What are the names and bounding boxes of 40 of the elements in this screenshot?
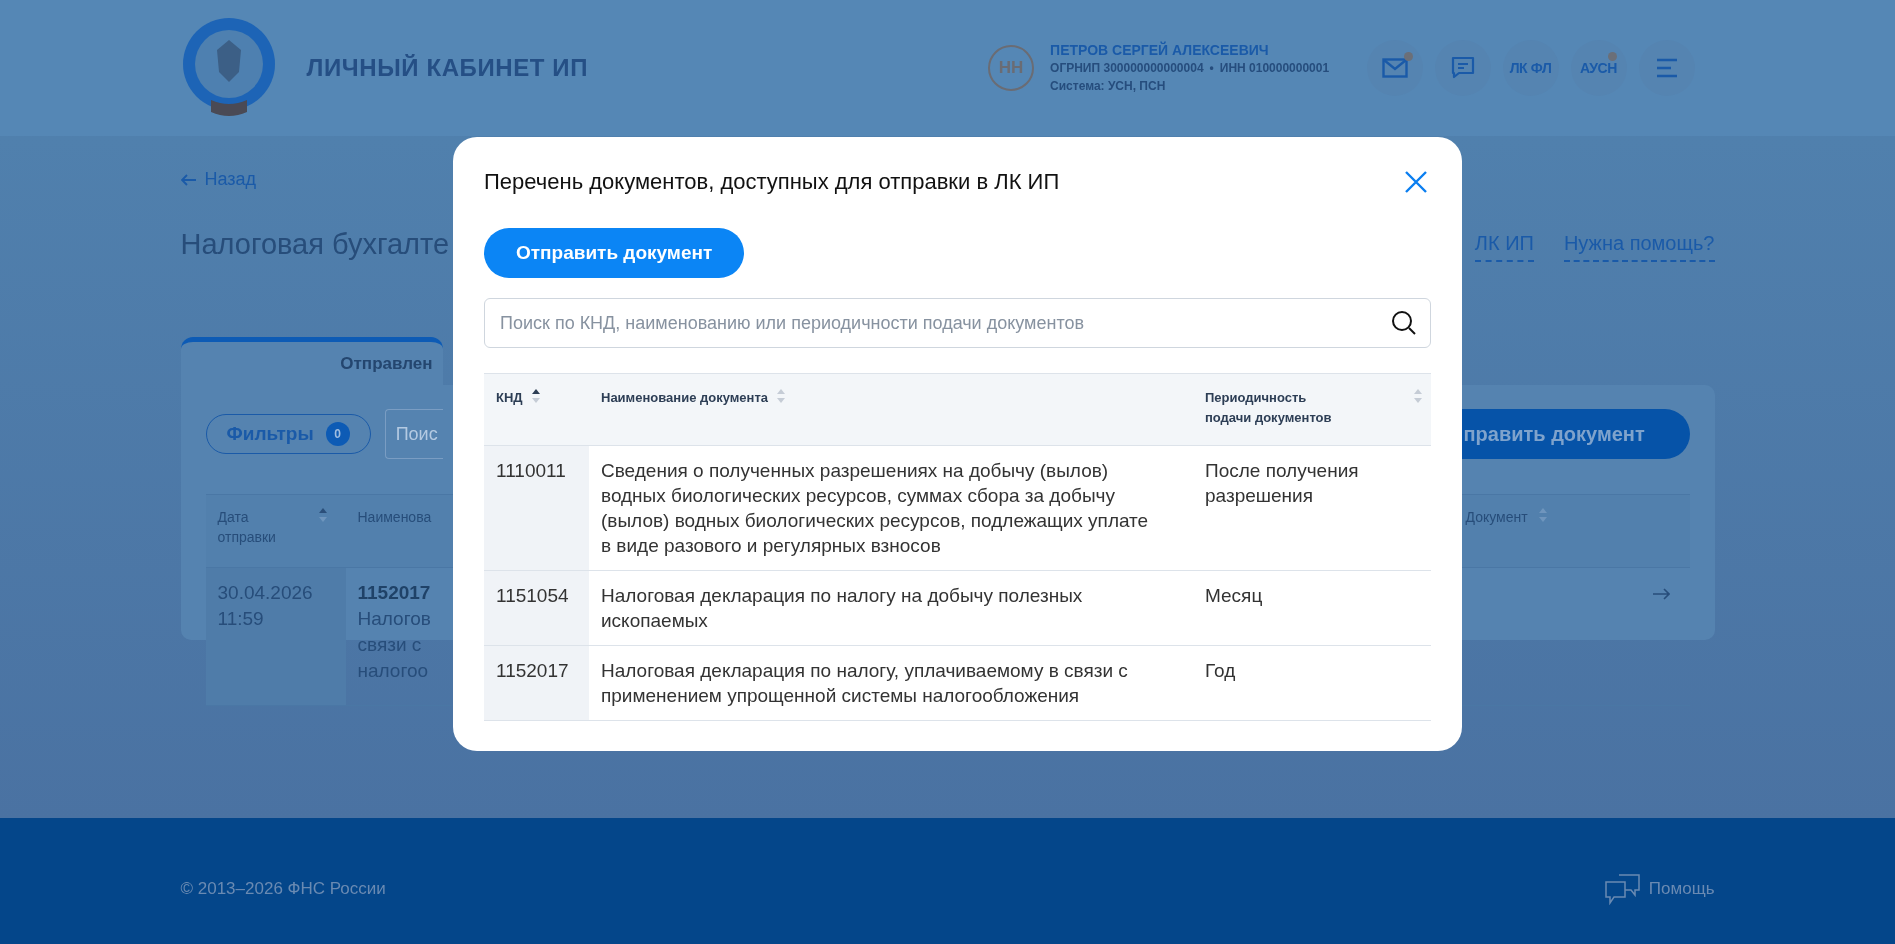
envelope-icon: [1381, 58, 1408, 78]
document-code: 1152017: [357, 581, 431, 605]
chat-question-icon: [1604, 873, 1641, 905]
table-cell-text: Месяц: [1204, 584, 1264, 608]
header-link[interactable]: ЛК ФЛ: [1502, 40, 1559, 96]
table-cell: 1151054: [484, 571, 589, 645]
column-header: Периодичность подачи документов: [1205, 389, 1333, 427]
arrow-right-icon[interactable]: [1651, 588, 1670, 600]
send-document-button[interactable]: Отправить документ: [484, 228, 745, 278]
table-cell: 1110011: [484, 446, 589, 570]
menu-icon: [1655, 57, 1678, 79]
avatar[interactable]: НН: [988, 45, 1035, 91]
ogrnip-text: ОГРНИП 300000000000004: [1050, 60, 1204, 77]
help-link[interactable]: Помощь: [1604, 873, 1715, 905]
count-badge: 0: [325, 422, 350, 446]
table-cell-text: После получения разрешения: [1204, 459, 1360, 508]
search-field[interactable]: Поис: [384, 409, 443, 459]
search-field[interactable]: Поиск по КНД, наименованию или периодичности подачи документов: [484, 298, 1431, 348]
chat-icon: [1450, 56, 1475, 80]
column-header: Наименование документа: [601, 389, 769, 407]
table-cell-text: Сведения о полученных разрешениях на добычу (вылов) водных биологических ресурсов, суммах сбора за добычу (вылов) водных биологических ресурсов, подлежащих уплате в виде разового и регулярных взносов: [600, 459, 1150, 558]
inn-text: ИНН 010000000001: [1219, 60, 1330, 77]
tax-system-text: Система: УСН, ПСН: [1050, 78, 1167, 95]
dialog-title: Перечень документов, доступных для отправки в ЛК ИП: [484, 168, 1060, 196]
copyright-text: © 2013–2026 ФНС России: [180, 878, 386, 901]
table-cell-text: Налоговая декларация по налогу на добычу полезных ископаемых: [600, 584, 1084, 633]
tab[interactable]: Отправлен: [180, 337, 443, 385]
search-icon[interactable]: [1391, 310, 1417, 336]
send-document-button[interactable]: править документ: [1459, 409, 1690, 459]
table-cell-text: Год: [1204, 659, 1237, 683]
sort-icon[interactable]: [530, 388, 541, 404]
header-link[interactable]: АУСН: [1570, 40, 1627, 96]
column-header: КНД: [496, 389, 523, 407]
close-icon: [1405, 170, 1427, 193]
site-title: ЛИЧНЫЙ КАБИНЕТ ИП: [306, 53, 589, 83]
separator-dot: •: [1209, 60, 1214, 77]
table-cell-text: Налоговая декларация по налогу, уплачиваемому в связи с применением упрощенной системы налогообложения: [600, 659, 1129, 708]
user-name[interactable]: ПЕТРОВ СЕРГЕЙ АЛЕКСЕЕВИЧ: [1050, 41, 1330, 59]
arrow-left-icon: [180, 173, 197, 186]
table-cell: 1152017: [484, 646, 589, 720]
